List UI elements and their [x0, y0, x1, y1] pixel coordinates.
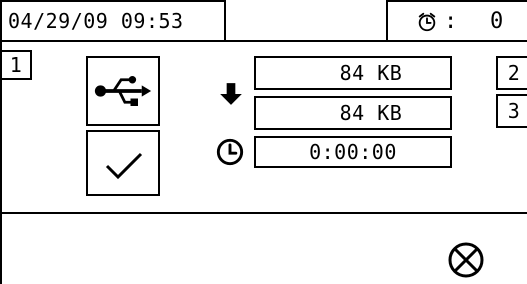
counter-value: 0: [490, 9, 504, 34]
size-total-text: 84 KB: [339, 61, 403, 85]
download-arrow-icon: [220, 83, 242, 105]
usb-button[interactable]: [86, 56, 160, 126]
check-icon: [105, 152, 143, 180]
counter-colon: :: [444, 9, 458, 34]
datetime-text: 04/29/09 09:53: [8, 9, 184, 33]
cancel-circle-x-icon[interactable]: [446, 240, 486, 280]
clock-icon: [216, 138, 244, 166]
datetime-box: 04/29/09 09:53: [0, 0, 226, 42]
nav-button-3-label: 3: [507, 99, 521, 123]
elapsed-time-field: 0:00:00: [254, 136, 452, 168]
nav-button-2[interactable]: 2: [496, 56, 527, 90]
size-done-text: 84 KB: [339, 101, 403, 125]
left-edge: [0, 0, 2, 284]
counter-box: : 0: [386, 0, 527, 42]
nav-button-2-label: 2: [507, 61, 521, 85]
nav-button-3[interactable]: 3: [496, 94, 527, 128]
usb-icon: [94, 76, 152, 106]
confirm-button[interactable]: [86, 130, 160, 196]
size-done-field: 84 KB: [254, 96, 452, 130]
elapsed-time-text: 0:00:00: [309, 140, 397, 164]
bottom-divider: [0, 212, 527, 214]
alarm-clock-icon: [418, 12, 436, 32]
nav-button-1[interactable]: 1: [0, 50, 32, 80]
nav-button-1-label: 1: [9, 53, 23, 77]
size-total-field: 84 KB: [254, 56, 452, 90]
